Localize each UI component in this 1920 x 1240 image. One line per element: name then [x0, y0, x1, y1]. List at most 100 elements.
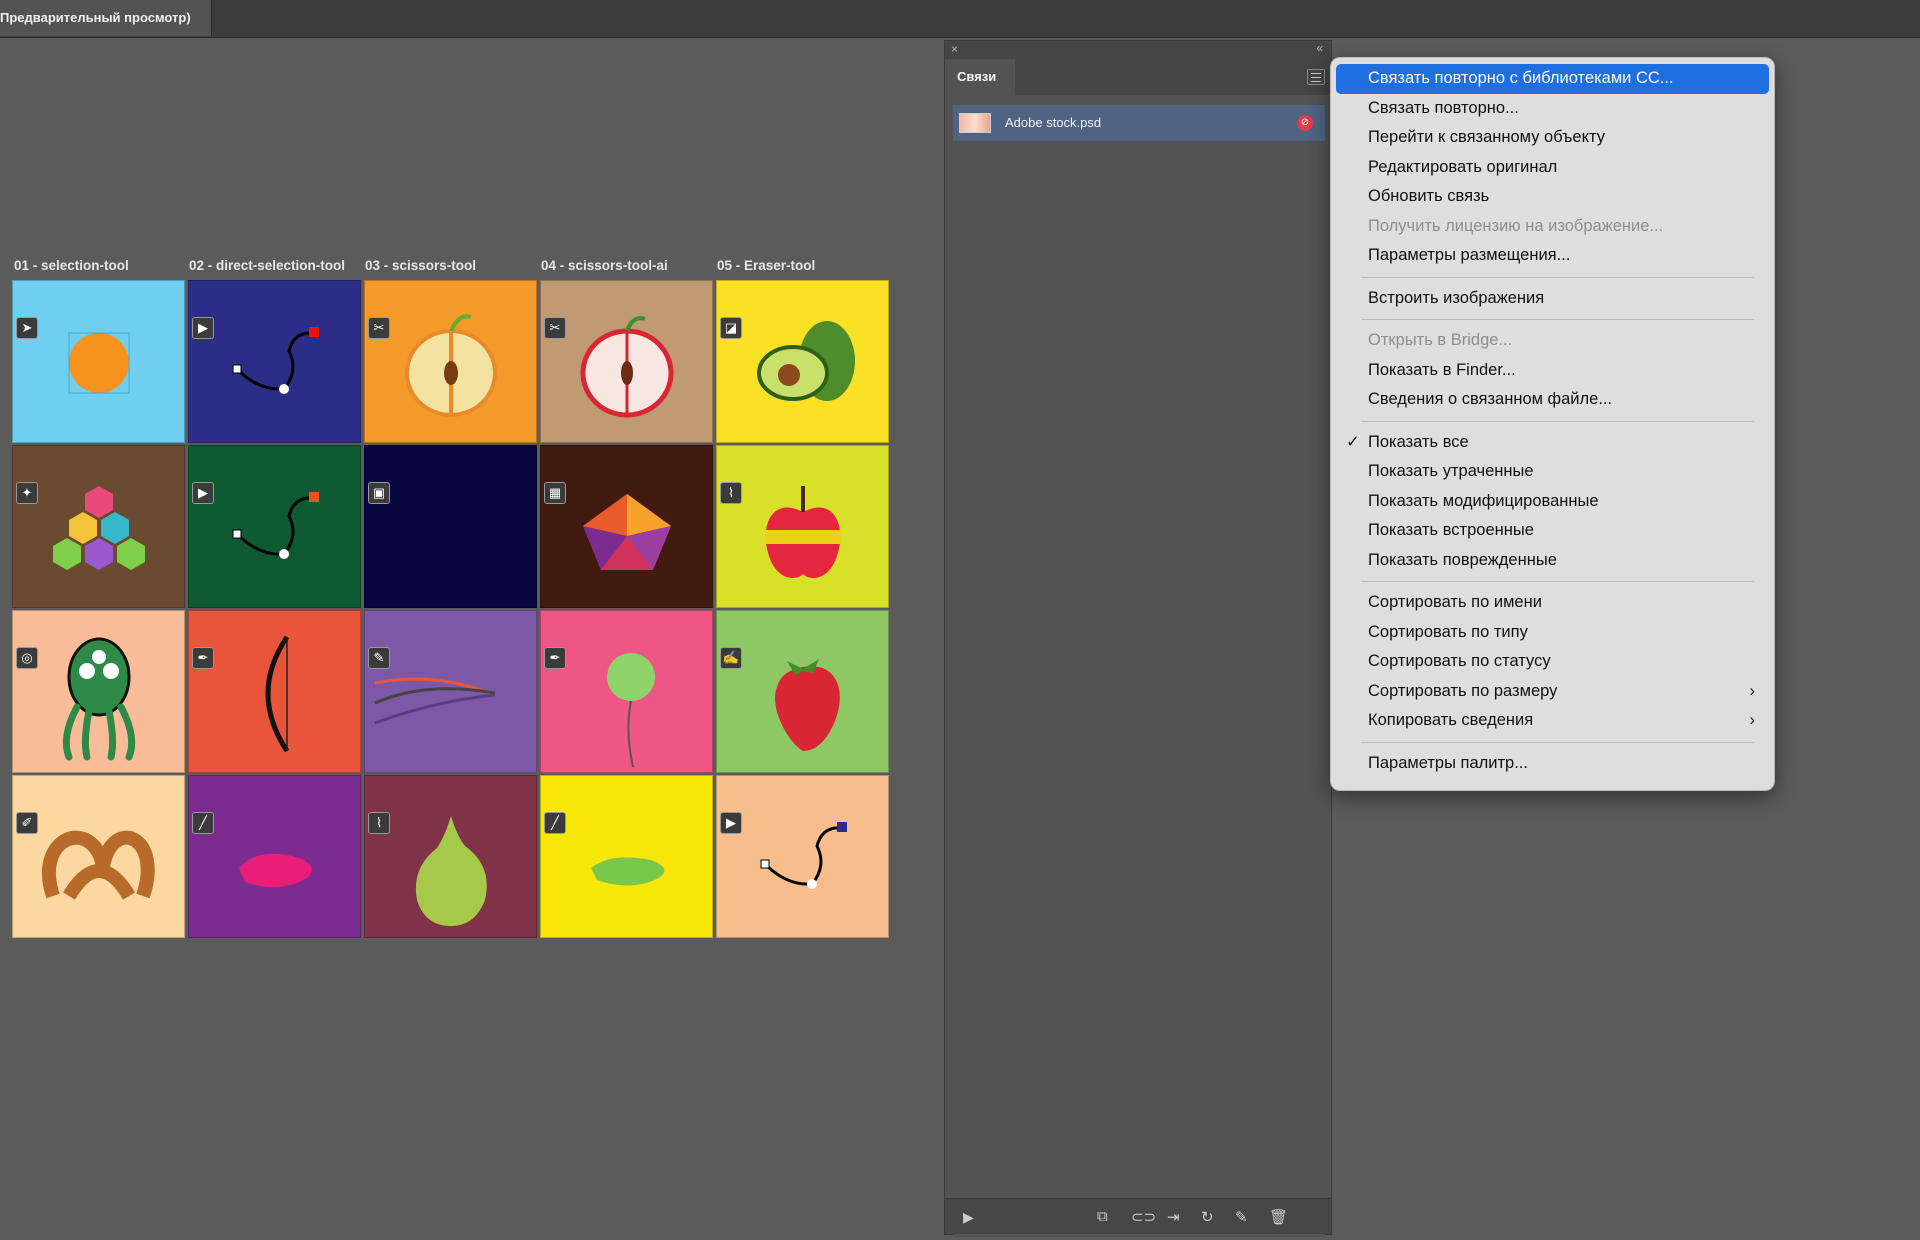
menu-item-label: Сортировать по типу	[1368, 622, 1528, 641]
tile-octopus[interactable]: ◎	[12, 610, 185, 773]
artboard-tiles: ➤ ▶ ✂ ✂ ◪ ✦ ▶ ▣ ▦ ⌇ ◎ ✒ ✎ ✒ ✍ ✐ ╱ ⌇ ╱ ▶	[12, 280, 890, 940]
tile-scissors-ai-apple[interactable]: ✂	[540, 280, 713, 443]
update-link-icon[interactable]: ↻	[1201, 1208, 1214, 1226]
menu-separator	[1361, 581, 1754, 582]
menu-separator	[1361, 276, 1754, 278]
menu-item[interactable]: Параметры палитр...	[1336, 749, 1769, 779]
menu-item-label: Перейти к связанному объекту	[1368, 128, 1606, 146]
artwork-illustration	[365, 446, 537, 608]
tile-hex-cubes[interactable]: ✦	[12, 445, 185, 608]
menu-item[interactable]: Показать утраченные	[1336, 457, 1769, 487]
menu-item-label: Сортировать по размеру	[1368, 681, 1558, 700]
tile-pencil-lines[interactable]: ✎	[364, 610, 537, 773]
menu-item[interactable]: Перейти к связанному объекту	[1336, 123, 1769, 153]
artwork-illustration	[374, 677, 496, 725]
delete-icon[interactable]: 🗑	[1269, 1208, 1288, 1226]
menu-item[interactable]: Параметры размещения...	[1336, 241, 1769, 271]
brush-icon: ╱	[544, 812, 566, 834]
artwork-illustration	[62, 637, 136, 761]
menu-item-label: Сортировать по имени	[1368, 593, 1542, 611]
menu-item[interactable]: Сортировать по типу	[1336, 618, 1769, 648]
menu-item-label: Показать в Finder...	[1368, 360, 1516, 379]
show-details-icon[interactable]: ▶	[963, 1209, 974, 1226]
artwork-illustration	[68, 332, 130, 394]
tile-lowpoly-gem[interactable]: ▦	[540, 445, 713, 608]
brush-icon: ╱	[192, 812, 214, 834]
gradient-icon: ▣	[368, 482, 390, 504]
tile-pretzel[interactable]: ✐	[12, 775, 185, 938]
menu-item-label: Показать поврежденные	[1368, 550, 1557, 569]
link-thumbnail	[959, 113, 991, 133]
menu-item[interactable]: Показать в Finder...	[1336, 356, 1769, 386]
menu-separator	[1361, 420, 1754, 422]
artwork-illustration	[53, 486, 145, 570]
panel-tab-row: Связи	[945, 59, 1331, 95]
tile-scissors-apple-half[interactable]: ✂	[364, 280, 537, 443]
menu-item: Открыть в Bridge...	[1336, 326, 1769, 356]
menu-item[interactable]: Встроить изображения	[1336, 284, 1769, 314]
blob-brush-icon: ✍	[720, 647, 742, 669]
eraser-icon: ◪	[720, 317, 742, 339]
artwork-illustration	[232, 327, 319, 394]
edit-original-icon[interactable]: ✎	[1235, 1208, 1248, 1226]
artwork-illustration	[607, 653, 655, 768]
tile-pear[interactable]: ⌇	[364, 775, 537, 938]
go-to-link-icon[interactable]: ⇥	[1167, 1208, 1180, 1226]
menu-item[interactable]: Сортировать по статусу	[1336, 647, 1769, 677]
menu-item-label: Копировать сведения	[1368, 711, 1534, 729]
panel-menu-icon[interactable]	[1307, 69, 1325, 85]
tile-direct-selection-peach[interactable]: ▶	[716, 775, 889, 938]
menu-item[interactable]: Сортировать по размеру ›	[1336, 677, 1769, 707]
tab-links[interactable]: Связи	[945, 59, 1015, 95]
tile-selection-tool[interactable]: ➤	[12, 280, 185, 443]
relink-cc-icon[interactable]: ⧉	[1097, 1208, 1108, 1225]
menu-item[interactable]: Сведения о связанном файле...	[1336, 385, 1769, 415]
tile-pen-bow[interactable]: ✒	[188, 610, 361, 773]
menu-item[interactable]: Связать повторно...	[1336, 94, 1769, 124]
document-tab-bar: Предварительный просмотр)	[0, 0, 1920, 38]
menu-item[interactable]: Показать встроенные	[1336, 516, 1769, 546]
menu-item-label: Сортировать по статусу	[1368, 652, 1551, 670]
menu-item[interactable]: Редактировать оригинал	[1336, 153, 1769, 183]
scissors-icon: ✂	[544, 317, 566, 339]
menu-item-label: Встроить изображения	[1368, 288, 1545, 307]
artwork-illustration	[405, 314, 497, 417]
menu-item-label: Показать все	[1368, 432, 1469, 451]
artwork-illustration	[41, 830, 155, 900]
document-tab[interactable]: Предварительный просмотр)	[0, 0, 212, 36]
menu-item[interactable]: Сортировать по имени	[1336, 588, 1769, 618]
close-icon[interactable]: ×	[951, 42, 958, 56]
collapse-icon[interactable]: «	[1316, 41, 1323, 55]
edit-icon: ✐	[16, 812, 38, 834]
artwork-illustration	[239, 853, 312, 888]
menu-item-label: Сведения о связанном файле...	[1368, 390, 1613, 408]
menu-item[interactable]: Обновить связь	[1336, 182, 1769, 212]
menu-item[interactable]: Показать модифицированные	[1336, 487, 1769, 517]
tile-direct-selection-green[interactable]: ▶	[188, 445, 361, 608]
tile-eraser-avocado[interactable]: ◪	[716, 280, 889, 443]
menu-item[interactable]: Копировать сведения ›	[1336, 706, 1769, 736]
artboard-label: 02 - direct-selection-tool	[189, 258, 346, 273]
link-item[interactable]: Adobe stock.psd ⊘	[953, 105, 1325, 141]
tile-eyedropper-apple[interactable]: ⌇	[716, 445, 889, 608]
artwork-illustration	[580, 316, 674, 418]
artwork-illustration	[583, 494, 671, 570]
menu-item-label: Показать утраченные	[1368, 462, 1534, 480]
menu-item-label: Обновить связь	[1368, 187, 1490, 205]
menu-item[interactable]: Связать повторно с библиотеками CC...	[1336, 64, 1769, 94]
tile-dark-navy[interactable]: ▣	[364, 445, 537, 608]
relink-icon[interactable]: ⊂⊃	[1131, 1208, 1156, 1226]
tile-balloon[interactable]: ✒	[540, 610, 713, 773]
artwork-illustration	[232, 492, 319, 559]
tile-direct-selection-tool[interactable]: ▶	[188, 280, 361, 443]
menu-item[interactable]: Показать поврежденные	[1336, 546, 1769, 576]
tile-brush-green[interactable]: ╱	[540, 775, 713, 938]
tile-strawberry[interactable]: ✍	[716, 610, 889, 773]
checkmark-icon: ✓	[1346, 432, 1360, 451]
tile-brush-pink[interactable]: ╱	[188, 775, 361, 938]
menu-item[interactable]: ✓ Показать все	[1336, 428, 1769, 458]
context-menu: Связать повторно с библиотеками CC... Свя…	[1330, 57, 1775, 791]
artwork-illustration	[757, 321, 855, 401]
menu-item-label: Связать повторно с библиотеками CC...	[1368, 69, 1674, 87]
menu-item-label: Параметры палитр...	[1368, 753, 1528, 772]
